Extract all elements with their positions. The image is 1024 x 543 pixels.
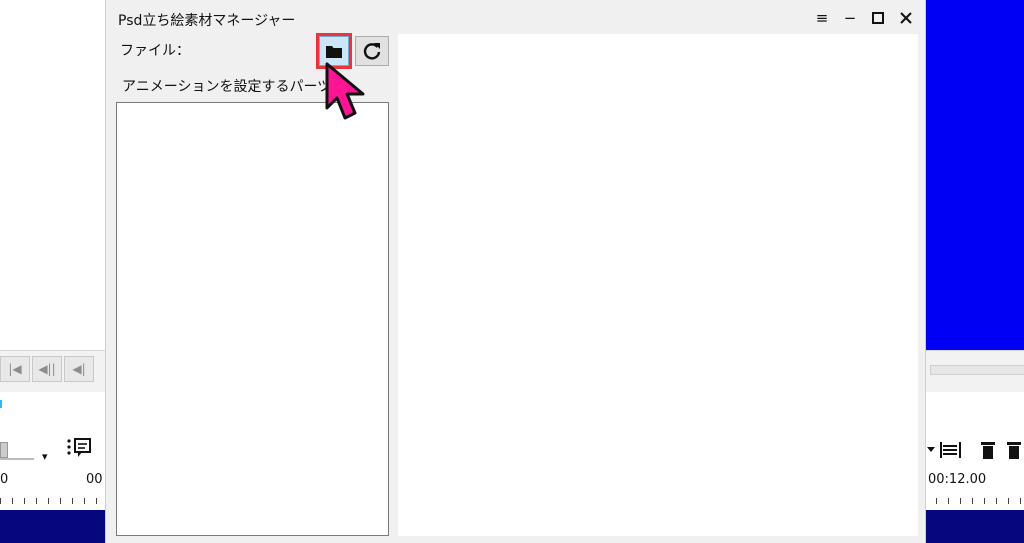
timeline-cursor-marker bbox=[0, 400, 2, 408]
minimize-button[interactable]: − bbox=[839, 7, 861, 29]
background-transport-controls: |◀ ◀|| ◀| bbox=[0, 356, 94, 382]
distribute-icon[interactable] bbox=[927, 440, 963, 464]
close-icon bbox=[900, 12, 912, 24]
menu-button[interactable]: ≡ bbox=[811, 7, 833, 29]
parts-list[interactable] bbox=[116, 102, 389, 536]
background-scrollbar[interactable] bbox=[930, 365, 1024, 375]
timeline-time-label: 0 bbox=[0, 472, 9, 487]
dialog-titlebar[interactable]: Psd立ち絵素材マネージャー ≡ − bbox=[106, 0, 925, 34]
zoom-slider[interactable] bbox=[0, 440, 34, 460]
psd-manager-dialog: Psd立ち絵素材マネージャー ≡ − ファイル： アニメーションを設定するパーツ bbox=[105, 0, 926, 543]
mouse-pointer-icon bbox=[325, 62, 365, 120]
reload-icon bbox=[363, 43, 381, 60]
background-video-preview bbox=[926, 0, 1024, 350]
comment-icon[interactable] bbox=[66, 437, 92, 463]
file-label: ファイル： bbox=[120, 43, 190, 59]
parts-label: アニメーションを設定するパーツ bbox=[122, 79, 332, 95]
preview-panel[interactable] bbox=[398, 34, 918, 536]
frame-back-button[interactable]: ◀| bbox=[64, 356, 94, 382]
step-back-button[interactable]: ◀|| bbox=[32, 356, 62, 382]
maximize-icon bbox=[872, 12, 884, 24]
window-controls: ≡ − bbox=[811, 7, 917, 29]
maximize-button[interactable] bbox=[867, 7, 889, 29]
go-to-start-button[interactable]: |◀ bbox=[0, 356, 30, 382]
trash-icon[interactable] bbox=[980, 440, 996, 464]
dropdown-arrow-icon[interactable]: ▾ bbox=[42, 450, 48, 463]
timeline-time-label: 00:12.00 bbox=[928, 472, 987, 487]
close-button[interactable] bbox=[895, 7, 917, 29]
dialog-title: Psd立ち絵素材マネージャー bbox=[118, 13, 296, 29]
timeline-time-label: 00 bbox=[86, 472, 103, 487]
zoom-slider-knob[interactable] bbox=[0, 442, 8, 458]
trash-all-icon[interactable] bbox=[1006, 440, 1024, 464]
